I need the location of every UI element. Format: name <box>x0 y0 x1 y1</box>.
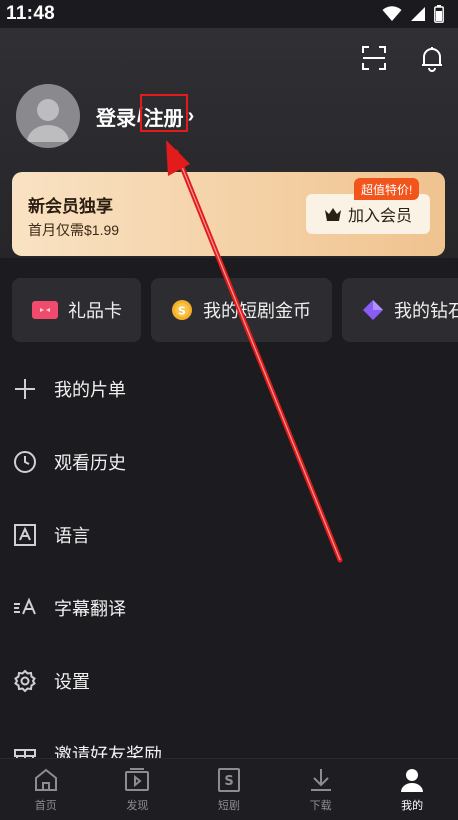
header-actions <box>360 44 446 72</box>
avatar[interactable] <box>16 84 80 148</box>
bell-icon[interactable] <box>418 44 446 72</box>
menu-item-my-list[interactable]: 我的片单 <box>0 352 458 425</box>
menu-item-subtitle-translation[interactable]: 字幕翻译 <box>0 571 458 644</box>
clock-icon <box>12 449 38 475</box>
short-drama-icon: S <box>217 767 240 792</box>
crown-bag-icon <box>324 208 341 221</box>
diamonds-label: 我的钻石 <box>394 301 458 321</box>
coin-icon: S <box>172 300 192 320</box>
home-icon <box>34 768 57 791</box>
menu-item-language[interactable]: 语言 <box>0 498 458 571</box>
join-vip-label: 加入会员 <box>347 208 412 225</box>
vip-price-text: 首月仅需$1.99 <box>28 222 120 238</box>
chevron-right-icon: › <box>187 104 195 127</box>
menu-label-invite-friends: 邀请好友奖励 <box>54 744 162 759</box>
subtitle-icon <box>12 595 38 621</box>
svg-text:S: S <box>178 305 186 318</box>
special-offer-badge: 超值特价! <box>354 178 420 200</box>
menu-label-my-list: 我的片单 <box>54 379 126 400</box>
play-icon <box>125 767 150 791</box>
menu-label-language: 语言 <box>54 525 90 546</box>
quick-actions: 礼品卡 S 我的短剧金币 我的钻石 <box>12 278 458 342</box>
tab-me-label: 我的 <box>401 799 424 812</box>
wifi-icon <box>382 6 402 21</box>
login-label[interactable]: 登录 <box>96 102 136 131</box>
signal-icon <box>411 7 425 21</box>
scan-icon[interactable] <box>360 44 388 72</box>
login-register-link[interactable]: 登录 / 注册 › <box>96 93 195 132</box>
diamond-icon <box>363 300 383 320</box>
menu-panel: 礼品卡 S 我的短剧金币 我的钻石 我的片单 观看历史 语言 字幕翻译 设置 邀… <box>0 258 458 758</box>
menu-label-history: 观看历史 <box>54 452 126 473</box>
status-time: 11:48 <box>6 3 56 24</box>
gift-card-button[interactable]: 礼品卡 <box>12 278 141 342</box>
status-bar: 11:48 <box>0 0 458 28</box>
tab-download[interactable]: 下载 <box>275 759 367 820</box>
user-icon <box>401 768 424 792</box>
bottom-tab-bar: 首页 发现 S 短剧 下载 我的 <box>0 758 458 820</box>
svg-text:S: S <box>224 774 233 789</box>
register-label[interactable]: 注册 <box>139 93 188 132</box>
coins-label: 我的短剧金币 <box>203 301 311 321</box>
login-area[interactable]: 登录 / 注册 › <box>16 84 194 148</box>
vip-promo-card[interactable]: 新会员独享 首月仅需$1.99 加入会员 超值特价! <box>12 172 445 256</box>
download-icon <box>310 768 331 791</box>
tab-home[interactable]: 首页 <box>0 759 92 820</box>
tab-me[interactable]: 我的 <box>366 759 458 820</box>
battery-icon <box>434 5 444 23</box>
tab-download-label: 下载 <box>309 799 332 812</box>
tab-home-label: 首页 <box>34 799 57 812</box>
language-icon <box>12 522 38 548</box>
gift-icon <box>12 741 38 758</box>
tab-short-drama[interactable]: S 短剧 <box>183 759 275 820</box>
plus-icon <box>12 376 38 402</box>
menu-item-invite-friends[interactable]: 邀请好友奖励 <box>0 717 458 758</box>
menu-label-subtitle-translation: 字幕翻译 <box>54 598 126 619</box>
register-highlight-box <box>139 93 188 132</box>
diamonds-button[interactable]: 我的钻石 <box>342 278 458 342</box>
coins-button[interactable]: S 我的短剧金币 <box>151 278 332 342</box>
gear-icon <box>12 668 38 694</box>
join-vip-button[interactable]: 加入会员 <box>306 194 430 234</box>
tab-discover-label: 发现 <box>126 799 149 812</box>
menu-list: 我的片单 观看历史 语言 字幕翻译 设置 邀请好友奖励 <box>0 352 458 758</box>
gift-card-icon <box>32 301 58 319</box>
menu-item-history[interactable]: 观看历史 <box>0 425 458 498</box>
vip-title: 新会员独享 <box>28 197 113 216</box>
menu-item-settings[interactable]: 设置 <box>0 644 458 717</box>
gift-card-label: 礼品卡 <box>68 301 122 321</box>
tab-short-drama-label: 短剧 <box>217 799 240 812</box>
tab-discover[interactable]: 发现 <box>92 759 184 820</box>
menu-label-settings: 设置 <box>54 671 90 692</box>
